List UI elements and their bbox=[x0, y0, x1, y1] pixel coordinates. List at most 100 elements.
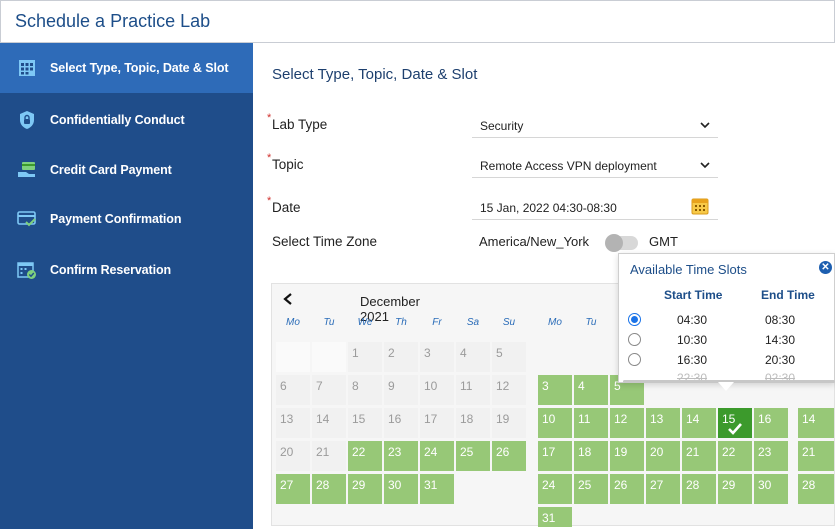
time-slot-option[interactable]: 04:30 08:30 bbox=[619, 311, 835, 329]
calendar-day-available[interactable]: 21 bbox=[798, 441, 834, 471]
title-bar: Schedule a Practice Lab bbox=[0, 0, 835, 43]
radio-button[interactable] bbox=[628, 313, 641, 326]
calendar-day: 17 bbox=[420, 408, 454, 438]
calendar-day-available[interactable]: 19 bbox=[610, 441, 644, 471]
calendar-day: 13 bbox=[276, 408, 310, 438]
weekday-label: Sa bbox=[466, 317, 480, 328]
calendar-day-available[interactable]: 22 bbox=[348, 441, 382, 471]
calendar-day-available[interactable]: 18 bbox=[574, 441, 608, 471]
date-field[interactable]: 15 Jan, 2022 04:30-08:30 bbox=[472, 194, 718, 220]
calendar-day-available[interactable]: 30 bbox=[384, 474, 418, 504]
lab-type-select[interactable]: Security bbox=[472, 112, 718, 138]
calendar-day-available[interactable]: 13 bbox=[646, 408, 680, 438]
toggle-knob bbox=[605, 234, 623, 252]
sidebar-item-credit-card-payment[interactable]: Credit Card Payment bbox=[0, 145, 253, 195]
topic-label: * Topic bbox=[267, 152, 304, 172]
calendar-day-available[interactable]: 23 bbox=[384, 441, 418, 471]
chevron-left-icon[interactable] bbox=[282, 292, 294, 306]
calendar-day-available[interactable]: 27 bbox=[276, 474, 310, 504]
calendar-day-available[interactable]: 24 bbox=[420, 441, 454, 471]
shield-lock-icon bbox=[17, 110, 37, 130]
required-marker: * bbox=[267, 152, 272, 164]
calendar-day: 3 bbox=[420, 342, 454, 372]
close-icon[interactable]: ✕ bbox=[819, 261, 832, 274]
calendar-day: 20 bbox=[276, 441, 310, 471]
calendar-check-icon bbox=[17, 260, 37, 280]
calendar-day: 8 bbox=[348, 375, 382, 405]
page-title: Select Type, Topic, Date & Slot bbox=[272, 66, 478, 83]
calendar-day-available[interactable]: 12 bbox=[610, 408, 644, 438]
calendar-day: 18 bbox=[456, 408, 490, 438]
calendar-day-available[interactable]: 29 bbox=[348, 474, 382, 504]
calendar-day-available[interactable]: 26 bbox=[492, 441, 526, 471]
weekday-label: Tu bbox=[323, 317, 335, 328]
calendar-day-available[interactable]: 28 bbox=[682, 474, 716, 504]
calendar-day: 1 bbox=[348, 342, 382, 372]
required-marker: * bbox=[267, 112, 272, 124]
sidebar-item-label: Confirm Reservation bbox=[50, 263, 172, 277]
credit-card-hand-icon bbox=[17, 160, 37, 180]
calendar-day-available[interactable]: 26 bbox=[610, 474, 644, 504]
sidebar-item-label: Payment Confirmation bbox=[50, 212, 182, 226]
calendar-day-available[interactable]: 25 bbox=[574, 474, 608, 504]
calendar-day: 2 bbox=[384, 342, 418, 372]
weekday-label: We bbox=[357, 317, 373, 328]
sidebar-item-confidentially-conduct[interactable]: Confidentially Conduct bbox=[0, 95, 253, 145]
sidebar-item-label: Select Type, Topic, Date & Slot bbox=[50, 61, 229, 75]
calendar-day-selected[interactable]: 15 bbox=[718, 408, 752, 438]
calendar-day-available[interactable]: 14 bbox=[682, 408, 716, 438]
calendar-day-empty bbox=[276, 342, 310, 372]
calendar-icon[interactable] bbox=[690, 196, 710, 216]
weekday-label: Th bbox=[395, 317, 407, 328]
sidebar-item-confirm-reservation[interactable]: Confirm Reservation bbox=[0, 245, 253, 295]
calendar-day: 4 bbox=[456, 342, 490, 372]
calendar-day: 12 bbox=[492, 375, 526, 405]
weekday-label: Mo bbox=[548, 317, 562, 328]
calendar-day-available[interactable]: 20 bbox=[646, 441, 680, 471]
calendar-day-available[interactable]: 10 bbox=[538, 408, 572, 438]
calendar-day-available[interactable]: 11 bbox=[574, 408, 608, 438]
calendar-day-available[interactable]: 16 bbox=[754, 408, 788, 438]
calendar-day-available[interactable]: 22 bbox=[718, 441, 752, 471]
calendar-day: 11 bbox=[456, 375, 490, 405]
topic-select[interactable]: Remote Access VPN deployment bbox=[472, 152, 718, 178]
radio-button[interactable] bbox=[628, 353, 641, 366]
timezone-toggle[interactable] bbox=[605, 234, 638, 252]
chevron-down-icon bbox=[700, 162, 710, 169]
sidebar: Select Type, Topic, Date & Slot Confiden… bbox=[0, 43, 253, 529]
calendar-day-available[interactable]: 31 bbox=[420, 474, 454, 504]
timezone-value: America/New_York bbox=[479, 234, 590, 249]
calendar-day-available[interactable]: 23 bbox=[754, 441, 788, 471]
popover-title: Available Time Slots bbox=[630, 262, 747, 277]
sidebar-item-select-type[interactable]: Select Type, Topic, Date & Slot bbox=[0, 43, 253, 93]
calendar-day-available[interactable]: 31 bbox=[538, 507, 572, 527]
popover-arrow bbox=[718, 382, 734, 391]
time-slot-option[interactable]: 10:30 14:30 bbox=[619, 331, 835, 349]
calendar-day: 6 bbox=[276, 375, 310, 405]
calendar-day-available[interactable]: 28 bbox=[798, 474, 834, 504]
calendar-day: 15 bbox=[348, 408, 382, 438]
calendar-day-available[interactable]: 28 bbox=[312, 474, 346, 504]
calendar-day: 9 bbox=[384, 375, 418, 405]
weekday-label: Mo bbox=[286, 317, 300, 328]
calendar-day-empty bbox=[312, 342, 346, 372]
radio-button[interactable] bbox=[628, 333, 641, 346]
calendar-day-available[interactable]: 14 bbox=[798, 408, 834, 438]
calendar-day-available[interactable]: 29 bbox=[718, 474, 752, 504]
calendar-day-available[interactable]: 17 bbox=[538, 441, 572, 471]
calendar-day-available[interactable]: 24 bbox=[538, 474, 572, 504]
calendar-day-available[interactable]: 27 bbox=[646, 474, 680, 504]
calendar-day: 19 bbox=[492, 408, 526, 438]
weekday-label: Tu bbox=[585, 317, 597, 328]
required-marker: * bbox=[267, 195, 272, 207]
calendar-day-available[interactable]: 4 bbox=[574, 375, 608, 405]
weekday-label: Fr bbox=[432, 317, 442, 328]
time-slot-option[interactable]: 16:30 20:30 bbox=[619, 351, 835, 369]
calendar-day-available[interactable]: 3 bbox=[538, 375, 572, 405]
calendar-day-available[interactable]: 25 bbox=[456, 441, 490, 471]
calendar-day-available[interactable]: 30 bbox=[754, 474, 788, 504]
time-slots-popover: Available Time Slots ✕ Start Time End Ti… bbox=[618, 253, 835, 385]
sidebar-item-payment-confirmation[interactable]: Payment Confirmation bbox=[0, 194, 253, 244]
calendar-day: 10 bbox=[420, 375, 454, 405]
calendar-day-available[interactable]: 21 bbox=[682, 441, 716, 471]
